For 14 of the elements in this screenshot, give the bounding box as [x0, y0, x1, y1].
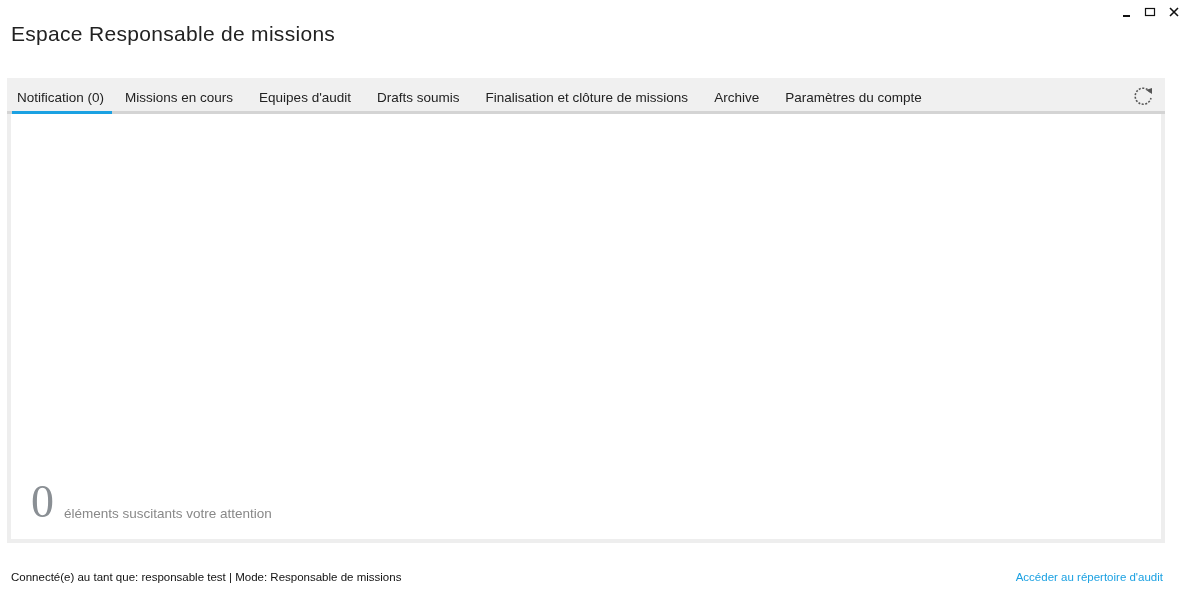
- tab[interactable]: Archive: [701, 90, 773, 114]
- close-icon[interactable]: [1168, 6, 1180, 18]
- status-text: Connecté(e) au tant que: responsable test | Mode: Responsable de missions: [11, 571, 402, 583]
- count: 0: [31, 479, 54, 525]
- refresh-icon[interactable]: [1133, 86, 1155, 106]
- window-title: Espace Responsable de missions: [11, 24, 336, 44]
- tab[interactable]: Paramètres du compte: [772, 90, 935, 114]
- maximize-icon[interactable]: [1144, 6, 1156, 18]
- tab[interactable]: Equipes d'audit: [246, 90, 364, 114]
- count-label: éléments suscitants votre attention: [64, 506, 272, 521]
- tab[interactable]: Drafts soumis: [364, 90, 473, 114]
- tab[interactable]: Finalisation et clôture de missions: [472, 90, 702, 114]
- tab[interactable]: Notification (0): [12, 90, 113, 114]
- tab[interactable]: Missions en cours: [112, 90, 247, 114]
